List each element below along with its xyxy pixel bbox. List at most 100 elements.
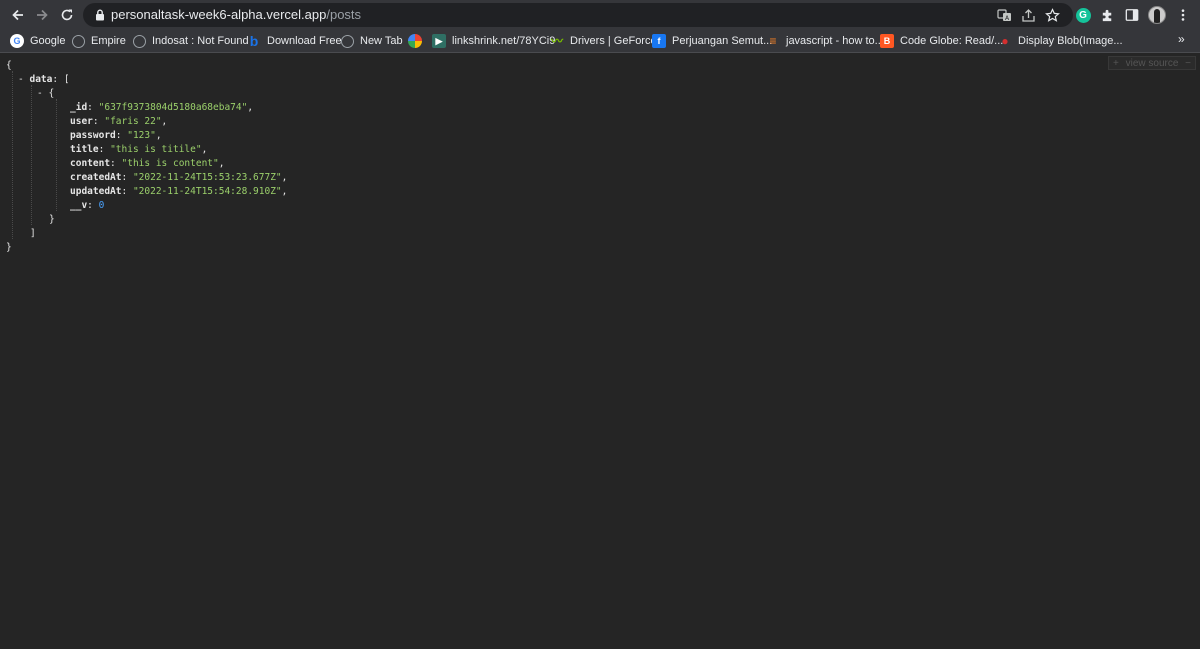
json-string-value: "this is titile"	[110, 144, 202, 155]
bookmark-label: javascript - how to...	[786, 35, 884, 47]
bookmark-label: Download Free	[267, 35, 342, 47]
lock-icon	[96, 9, 104, 21]
json-key: content	[70, 158, 111, 169]
json-key: title	[70, 144, 99, 155]
translate-button[interactable]: A	[996, 7, 1012, 23]
share-button[interactable]	[1020, 7, 1036, 23]
google-icon: G	[10, 34, 24, 48]
json-key: _id	[70, 102, 88, 113]
json-string-value: "2022-11-24T15:53:23.677Z"	[132, 172, 282, 183]
globe-icon	[341, 34, 354, 48]
bookmark-label: Google	[30, 35, 66, 47]
stackoverflow-icon: ≡	[769, 34, 777, 48]
json-field-line: updatedAt: "2022-11-24T15:54:28.910Z",	[70, 186, 288, 197]
bookmarks-bar: » G Google Empire Indosat : Not Found b Downl…	[0, 30, 1200, 53]
bookmark-star-button[interactable]	[1044, 7, 1060, 23]
bookmark-label: linkshrink.net/78YCi9	[452, 35, 556, 47]
json-number-value: 0	[98, 200, 105, 211]
json-key: data	[29, 74, 53, 85]
bookmark-item[interactable]: ≡ javascript - how to...	[766, 32, 884, 50]
globe-icon	[72, 34, 85, 48]
json-field-line: _id: "637f9373804d5180a68eba74",	[70, 102, 254, 113]
json-key: createdAt	[70, 172, 122, 183]
bookmark-label: Code Globe: Read/...	[900, 35, 1004, 47]
bookmark-item[interactable]: b Download Free	[247, 32, 342, 50]
kebab-menu-icon	[1181, 9, 1185, 21]
reload-icon	[61, 9, 73, 21]
profile-button[interactable]	[1147, 5, 1167, 25]
root-close-brace: }	[6, 242, 12, 253]
json-key: updatedAt	[70, 186, 122, 197]
array-open-bracket: [	[63, 74, 70, 85]
view-source-link[interactable]: view source	[1126, 58, 1179, 69]
bookmark-label: Indosat : Not Found	[152, 35, 249, 47]
forward-button[interactable]	[30, 3, 54, 27]
bookmark-item[interactable]: ▶ linkshrink.net/78YCi9	[432, 32, 555, 50]
multicolor-circle-icon	[408, 34, 422, 48]
url-text[interactable]: personaltask-week6-alpha.vercel.app/post…	[111, 7, 361, 23]
json-field-line: password: "123",	[70, 130, 162, 141]
indent-guide	[12, 71, 13, 239]
json-viewer: + view source − { - data: [ - { _id: "63…	[0, 53, 1200, 649]
arrow-right-icon	[37, 9, 48, 21]
json-string-value: "faris 22"	[104, 116, 162, 127]
collapse-all-button[interactable]: −	[1185, 58, 1191, 69]
url-host: personaltask-week6-alpha.vercel.app	[111, 7, 327, 22]
avatar	[1148, 6, 1166, 24]
bookmark-item[interactable]: Empire	[72, 32, 126, 50]
linkshrink-icon: ▶	[432, 34, 446, 48]
bookmark-item[interactable]: G Google	[10, 32, 65, 50]
json-key: password	[70, 130, 116, 141]
share-icon	[1021, 8, 1035, 22]
bookmark-item[interactable]: ● Display Blob(Image...	[998, 32, 1123, 50]
bookmark-item[interactable]: 〰 Drivers | GeForce	[550, 32, 657, 50]
object-open-brace: {	[48, 88, 55, 99]
grammarly-extension-button[interactable]: G	[1073, 5, 1093, 25]
star-icon	[1044, 7, 1060, 22]
json-key: __v	[70, 200, 88, 211]
back-button[interactable]	[6, 3, 30, 27]
json-key: user	[70, 116, 93, 127]
array-close-bracket: ]	[30, 228, 36, 239]
reload-button[interactable]	[55, 3, 79, 27]
collapse-toggle[interactable]: -	[18, 74, 24, 85]
view-source-panel[interactable]: + view source −	[1108, 56, 1196, 70]
bookmark-label: New Tab	[360, 35, 403, 47]
collapse-toggle[interactable]: -	[37, 88, 43, 99]
nvidia-icon: 〰	[550, 34, 563, 48]
bookmark-label: Display Blob(Image...	[1018, 35, 1123, 47]
globe-icon	[133, 34, 146, 48]
bookmark-label: Drivers | GeForce	[570, 35, 657, 47]
json-field-line: __v: 0	[70, 200, 105, 211]
facebook-icon: f	[652, 34, 666, 48]
json-field-line: content: "this is content",	[70, 158, 225, 169]
bookmark-item[interactable]	[408, 32, 422, 50]
bookmark-label: Empire	[91, 35, 126, 47]
arrow-left-icon	[12, 9, 23, 21]
bookmark-item[interactable]: B Code Globe: Read/...	[880, 32, 1003, 50]
browser-toolbar: personaltask-week6-alpha.vercel.app/post…	[0, 0, 1200, 30]
json-field-line: user: "faris 22",	[70, 116, 168, 127]
json-field-line: createdAt: "2022-11-24T15:53:23.677Z",	[70, 172, 288, 183]
json-string-value: "2022-11-24T15:54:28.910Z"	[132, 186, 282, 197]
object-close-brace: }	[49, 214, 55, 225]
bookmark-item[interactable]: New Tab	[341, 32, 403, 50]
grammarly-icon: G	[1075, 7, 1091, 23]
address-bar[interactable]: personaltask-week6-alpha.vercel.app/post…	[83, 3, 1073, 27]
root-open-brace: {	[6, 60, 12, 71]
blogger-icon: B	[880, 34, 894, 48]
browser-menu-button[interactable]	[1173, 5, 1193, 25]
object-open-line: - {	[37, 88, 54, 100]
bookmarks-overflow-button[interactable]: »	[1178, 32, 1185, 46]
bookmark-item[interactable]: Indosat : Not Found	[133, 32, 249, 50]
indent-guide	[31, 85, 32, 225]
extensions-button[interactable]	[1097, 5, 1117, 25]
bookmark-item[interactable]: f Perjuangan Semut...	[652, 32, 772, 50]
download-free-icon: b	[249, 33, 259, 49]
puzzle-icon	[1102, 9, 1111, 21]
expand-all-button[interactable]: +	[1113, 58, 1119, 69]
json-string-value: "637f9373804d5180a68eba74"	[98, 102, 248, 113]
indent-guide	[56, 99, 57, 211]
side-panel-button[interactable]	[1122, 5, 1142, 25]
json-field-line: title: "this is titile",	[70, 144, 208, 155]
